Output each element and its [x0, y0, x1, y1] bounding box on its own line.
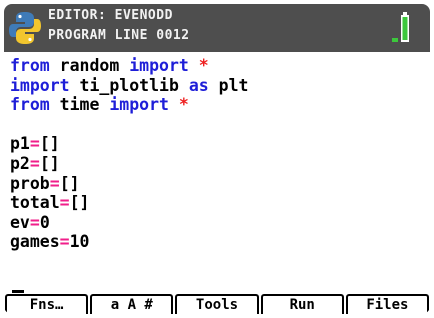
keyword: import: [10, 75, 70, 95]
fns-softkey[interactable]: Fns…: [5, 294, 89, 314]
editor-title: EDITOR: EVENODD: [48, 8, 173, 23]
code-line[interactable]: total=[]: [10, 193, 424, 213]
assign-operator: =: [59, 232, 70, 252]
code-line[interactable]: p1=[]: [10, 134, 424, 154]
variable-name: games: [10, 232, 60, 252]
code-line[interactable]: p2=[]: [10, 154, 424, 174]
assign-operator: =: [59, 193, 70, 213]
softkey-bar: Fns… a A # Tools Run Files: [4, 294, 430, 314]
char-mode-softkey[interactable]: a A #: [90, 294, 174, 314]
keyword: from: [10, 56, 50, 75]
value: []: [39, 134, 60, 154]
text-cursor: [12, 290, 24, 293]
wildcard: *: [198, 56, 209, 75]
files-softkey[interactable]: Files: [345, 294, 430, 314]
variable-name: total: [10, 193, 60, 213]
module-name: time: [49, 95, 110, 115]
assign-operator: =: [29, 212, 40, 232]
variable-name: p1: [10, 134, 30, 154]
code-line-blank[interactable]: [10, 115, 424, 135]
variable-name: p2: [10, 153, 30, 173]
code-line[interactable]: ev=0: [10, 213, 424, 233]
keyword: import: [109, 95, 169, 115]
code-line[interactable]: prob=[]: [10, 174, 424, 194]
title-bar: EDITOR: EVENODD PROGRAM LINE 0012: [4, 4, 430, 52]
calculator-screen: EDITOR: EVENODD PROGRAM LINE 0012 from r…: [4, 4, 430, 314]
assign-operator: =: [29, 153, 40, 173]
wildcard: *: [178, 95, 189, 115]
keyword: import: [129, 56, 189, 75]
program-line-indicator: PROGRAM LINE 0012: [48, 28, 190, 43]
value: 10: [69, 232, 90, 252]
value: []: [69, 193, 90, 213]
value: 0: [39, 212, 50, 232]
assign-operator: =: [29, 134, 40, 154]
code-line[interactable]: from time import *: [10, 95, 424, 115]
keyword: as: [188, 75, 209, 95]
variable-name: prob: [10, 173, 50, 193]
code-line[interactable]: import ti_plotlib as plt: [10, 76, 424, 96]
assign-operator: =: [49, 173, 60, 193]
code-editor[interactable]: from random import * import ti_plotlib a…: [10, 56, 424, 286]
python-logo-icon: [9, 12, 41, 44]
module-name: random: [49, 56, 130, 75]
run-softkey[interactable]: Run: [260, 294, 344, 314]
alias-name: plt: [208, 75, 249, 95]
code-line[interactable]: games=10: [10, 232, 424, 252]
variable-name: ev: [10, 212, 30, 232]
value: []: [59, 173, 80, 193]
code-line[interactable]: from random import *: [10, 56, 424, 76]
module-name: ti_plotlib: [69, 75, 189, 95]
tools-softkey[interactable]: Tools: [175, 294, 259, 314]
value: []: [39, 153, 60, 173]
battery-icon: [392, 12, 409, 42]
keyword: from: [10, 95, 50, 115]
